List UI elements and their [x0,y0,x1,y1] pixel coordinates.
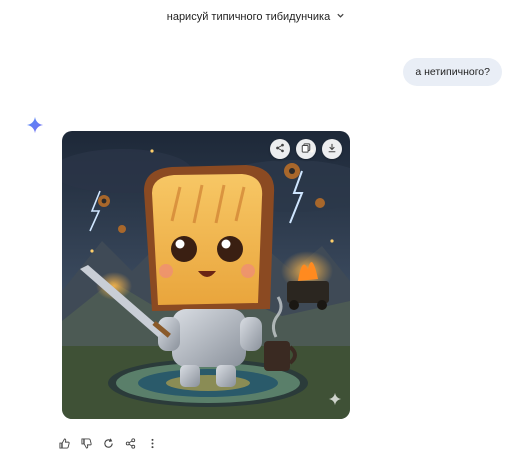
share-icon [275,140,285,158]
copy-icon [301,140,311,158]
more-options-button[interactable] [144,437,160,453]
regenerate-button[interactable] [100,437,116,453]
user-message-text: а нетипичного? [415,66,490,78]
download-image-button[interactable] [322,139,342,159]
share-icon [125,436,136,454]
image-action-bar [270,139,342,159]
chevron-down-icon [336,11,345,23]
thumb-down-icon [80,436,92,454]
sparkle-icon [26,116,44,134]
response-actions [56,437,160,453]
user-message: а нетипичного? [403,58,502,86]
more-vert-icon [147,436,158,454]
thumb-up-button[interactable] [56,437,72,453]
share-response-button[interactable] [122,437,138,453]
share-image-button[interactable] [270,139,290,159]
toast-knight-illustration [62,131,350,419]
conversation-title-text: нарисуй типичного тибидунчика [166,11,331,23]
generated-image[interactable] [62,131,350,419]
conversation-title[interactable]: нарисуй типичного тибидунчика [0,11,512,23]
download-icon [327,140,337,158]
thumb-down-button[interactable] [78,437,94,453]
copy-image-button[interactable] [296,139,316,159]
regenerate-icon [103,436,114,454]
thumb-up-icon [58,436,70,454]
sparkle-watermark-icon [328,392,342,411]
